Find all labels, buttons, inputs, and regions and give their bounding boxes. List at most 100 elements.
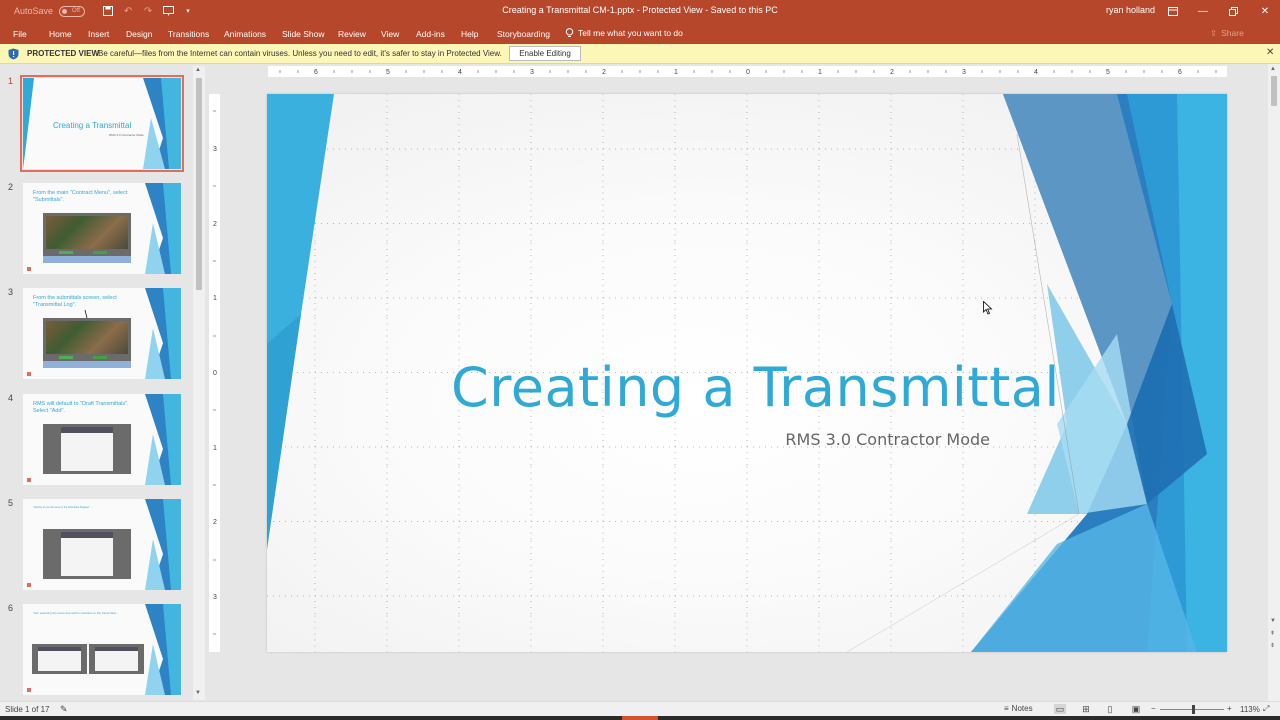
reading-view-icon[interactable]: ▯ bbox=[1104, 704, 1116, 714]
thumbnail-text: "Specify to use the items in the Submitt… bbox=[33, 506, 94, 509]
animation-marker-icon bbox=[27, 267, 31, 271]
vertical-ruler: 3 2 1 0 1 2 3 bbox=[209, 94, 220, 652]
ruler-label: 0 bbox=[746, 69, 750, 76]
slide-counter: Slide 1 of 17 bbox=[5, 705, 50, 714]
slide-thumbnail-3[interactable]: From the submittals screen, select "Tran… bbox=[23, 288, 181, 379]
tab-home[interactable]: Home bbox=[49, 29, 72, 39]
shield-icon bbox=[8, 48, 19, 60]
share-button[interactable]: ⇪ Share bbox=[1210, 28, 1244, 39]
taskbar-strip bbox=[0, 716, 1280, 720]
scroll-down-icon[interactable]: ▼ bbox=[195, 690, 201, 696]
tab-insert[interactable]: Insert bbox=[88, 29, 109, 39]
enable-editing-button[interactable]: Enable Editing bbox=[509, 46, 581, 61]
slide-title[interactable]: Creating a Transmittal bbox=[451, 356, 1059, 419]
ruler-label: 6 bbox=[314, 69, 318, 76]
ribbon-tabs: File Home Insert Design Transitions Anim… bbox=[0, 22, 1280, 44]
editor-scrollbar[interactable]: ▲ ▼ ⇞ ⇟ bbox=[1268, 64, 1280, 701]
previous-slide-icon[interactable]: ⇞ bbox=[1270, 630, 1275, 637]
animation-marker-icon bbox=[27, 688, 31, 692]
close-icon[interactable]: ✕ bbox=[1266, 47, 1274, 58]
thumbnail-text: From the main "Contract Menu", select "S… bbox=[33, 190, 128, 203]
tab-animations[interactable]: Animations bbox=[224, 29, 266, 39]
zoom-slider-handle[interactable] bbox=[1192, 705, 1195, 714]
scrollbar-thumb[interactable] bbox=[196, 78, 202, 290]
thumbnail-number: 3 bbox=[8, 287, 14, 297]
share-label: Share bbox=[1221, 28, 1244, 38]
zoom-level[interactable]: 113% bbox=[1240, 705, 1260, 714]
ruler-label: 1 bbox=[818, 69, 822, 76]
slide-sorter-view-icon[interactable]: ⊞ bbox=[1080, 704, 1092, 714]
ruler-label: 3 bbox=[213, 594, 217, 601]
minimize-icon[interactable]: — bbox=[1188, 0, 1218, 22]
ruler-label: 3 bbox=[213, 146, 217, 153]
protected-view-bar: PROTECTED VIEW Be careful—files from the… bbox=[0, 44, 1280, 64]
accessibility-icon[interactable]: ✎ bbox=[60, 704, 68, 715]
notes-label: Notes bbox=[1011, 704, 1033, 713]
thumbnail-text: From the submittals screen, select "Tran… bbox=[33, 295, 117, 308]
fit-slide-icon[interactable]: ⤢ bbox=[1263, 704, 1269, 714]
slide-canvas[interactable]: Creating a Transmittal RMS 3.0 Contracto… bbox=[267, 94, 1227, 652]
tab-slide-show[interactable]: Slide Show bbox=[282, 29, 325, 39]
tell-me-box[interactable]: Tell me what you want to do bbox=[565, 28, 683, 38]
user-name[interactable]: ryan holland bbox=[1106, 5, 1155, 15]
tab-view[interactable]: View bbox=[381, 29, 399, 39]
share-icon: ⇪ bbox=[1210, 28, 1218, 38]
slide-subtitle[interactable]: RMS 3.0 Contractor Mode bbox=[687, 430, 990, 449]
tab-help[interactable]: Help bbox=[461, 29, 478, 39]
close-window-icon[interactable]: ✕ bbox=[1250, 0, 1280, 22]
slide-thumbnail-6[interactable]: Your selecting the items that will be in… bbox=[23, 604, 181, 695]
ruler-label: 1 bbox=[213, 445, 217, 452]
normal-view-icon[interactable]: ▭ bbox=[1054, 704, 1066, 714]
slide-thumbnail-1[interactable]: Creating a Transmittal RMS 3.0 Contracto… bbox=[20, 75, 184, 172]
notes-button[interactable]: ≡ Notes bbox=[1004, 704, 1033, 713]
thumbnail-number: 2 bbox=[8, 182, 14, 192]
thumbnail-text: Your selecting the items that will be in… bbox=[33, 611, 119, 615]
ruler-label: 2 bbox=[213, 221, 217, 228]
scrollbar-thumb[interactable] bbox=[1271, 76, 1277, 106]
tab-design[interactable]: Design bbox=[126, 29, 152, 39]
tab-file[interactable]: File bbox=[13, 29, 27, 39]
thumbnail-number: 5 bbox=[8, 498, 14, 508]
tab-storyboarding[interactable]: Storyboarding bbox=[497, 29, 550, 39]
slide-thumbnail-5[interactable]: "Specify to use the items in the Submitt… bbox=[23, 499, 181, 590]
scroll-up-icon[interactable]: ▲ bbox=[1270, 66, 1276, 72]
zoom-in-icon[interactable]: + bbox=[1227, 704, 1232, 713]
thumbnail-screenshot bbox=[43, 424, 131, 474]
ribbon-display-options-icon[interactable] bbox=[1158, 0, 1188, 22]
thumbnail-text: RMS will default to "Draft Transmittals"… bbox=[33, 401, 129, 414]
document-title: Creating a Transmittal CM-1.pptx - Prote… bbox=[502, 5, 778, 15]
notes-icon: ≡ bbox=[1004, 704, 1009, 713]
title-bar: AutoSave Off ↶ ↷ ▾ Creating a Transmitta… bbox=[0, 0, 1280, 22]
zoom-out-icon[interactable]: − bbox=[1151, 704, 1156, 713]
ruler-label: 6 bbox=[1178, 69, 1182, 76]
slide-thumbnail-4[interactable]: RMS will default to "Draft Transmittals"… bbox=[23, 394, 181, 485]
tab-review[interactable]: Review bbox=[338, 29, 366, 39]
scroll-down-icon[interactable]: ▼ bbox=[1270, 618, 1276, 624]
ruler-label: 3 bbox=[530, 69, 534, 76]
mouse-cursor-icon bbox=[983, 301, 993, 315]
tab-transitions[interactable]: Transitions bbox=[168, 29, 209, 39]
animation-marker-icon bbox=[27, 583, 31, 587]
taskbar-active-app[interactable] bbox=[622, 716, 658, 720]
status-bar: Slide 1 of 17 ✎ ≡ Notes ▭ ⊞ ▯ ▣ − + 113%… bbox=[0, 701, 1280, 716]
thumbnail-number: 1 bbox=[8, 76, 14, 86]
scroll-up-icon[interactable]: ▲ bbox=[195, 67, 201, 73]
thumbnail-number: 4 bbox=[8, 393, 14, 403]
protected-view-title: PROTECTED VIEW bbox=[27, 49, 100, 58]
ruler-label: 2 bbox=[602, 69, 606, 76]
lightbulb-icon bbox=[565, 28, 574, 37]
slide-show-view-icon[interactable]: ▣ bbox=[1130, 704, 1142, 714]
ruler-label: 2 bbox=[213, 519, 217, 526]
slide-thumbnail-2[interactable]: From the main "Contract Menu", select "S… bbox=[23, 183, 181, 274]
tab-add-ins[interactable]: Add-ins bbox=[416, 29, 445, 39]
horizontal-ruler: 6 5 4 3 2 1 0 1 2 3 4 5 6 bbox=[268, 66, 1227, 77]
ruler-label: 5 bbox=[1106, 69, 1110, 76]
thumbnail-scrollbar[interactable]: ▲ ▼ bbox=[193, 66, 205, 700]
ruler-label: 4 bbox=[1034, 69, 1038, 76]
restore-icon[interactable] bbox=[1218, 0, 1248, 22]
next-slide-icon[interactable]: ⇟ bbox=[1270, 642, 1275, 649]
thumbnail-screenshot bbox=[43, 529, 131, 579]
ruler-label: 1 bbox=[674, 69, 678, 76]
ruler-label: 4 bbox=[458, 69, 462, 76]
thumbnail-screenshot bbox=[32, 644, 87, 674]
